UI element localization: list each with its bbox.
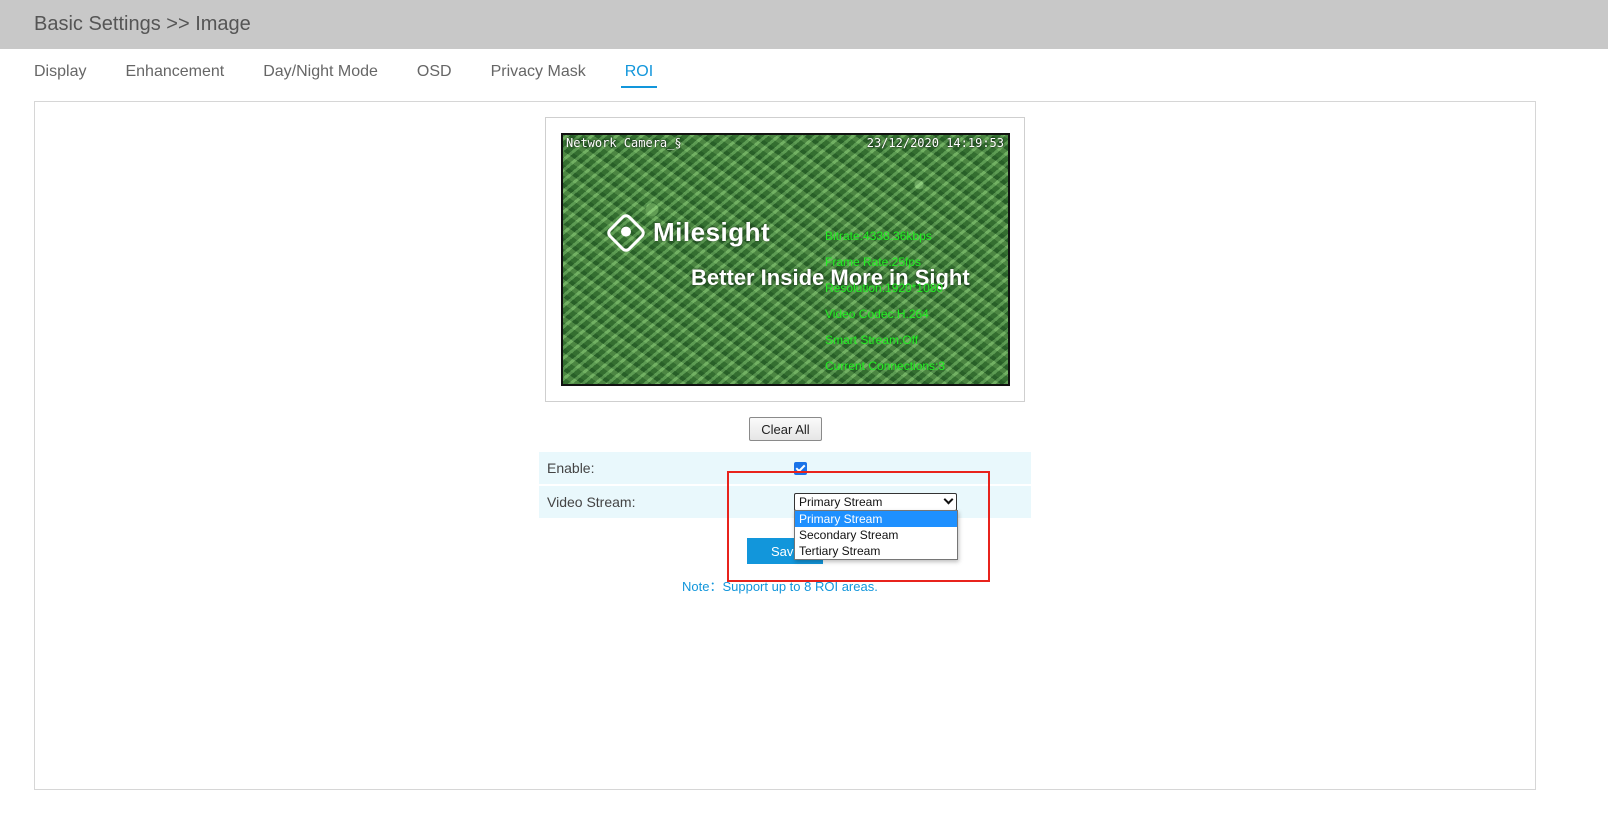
option-secondary-stream[interactable]: Secondary Stream — [795, 527, 957, 543]
stat-frame-rate: Frame Rate:25fps — [825, 255, 922, 269]
osd-camera-name: Network Camera_§ — [566, 136, 682, 150]
stat-connections: Current Connections:3 — [825, 359, 946, 373]
osd-timestamp: 23/12/2020 14:19:53 — [866, 136, 1004, 150]
option-tertiary-stream[interactable]: Tertiary Stream — [795, 543, 957, 559]
tab-osd[interactable]: OSD — [417, 62, 452, 88]
enable-row: Enable: — [539, 452, 1031, 484]
enable-checkbox[interactable] — [794, 461, 807, 475]
stream-stats: Bitrate:4338.36kbps Frame Rate:25fps Res… — [825, 223, 945, 379]
option-primary-stream[interactable]: Primary Stream — [795, 511, 957, 527]
stat-smart-stream: Smart Stream:Off — [825, 333, 919, 347]
video-stream-select[interactable]: Primary Stream — [794, 493, 957, 511]
video-stream-selected-value: Primary Stream — [799, 495, 883, 509]
tab-day-night-mode[interactable]: Day/Night Mode — [263, 62, 378, 88]
milesight-logo-icon — [604, 211, 648, 254]
tab-bar: Display Enhancement Day/Night Mode OSD P… — [34, 62, 696, 90]
tab-privacy-mask[interactable]: Privacy Mask — [491, 62, 586, 88]
stat-video-codec: Video Codec:H.264 — [825, 307, 929, 321]
roi-note: Note：Support up to 8 ROI areas. — [682, 579, 878, 594]
tab-display[interactable]: Display — [34, 62, 86, 88]
breadcrumb: Basic Settings >> Image — [34, 13, 251, 35]
video-stream-label: Video Stream: — [547, 494, 636, 510]
camera-preview[interactable]: Network Camera_§ 23/12/2020 14:19:53 Mil… — [561, 133, 1010, 386]
tab-enhancement[interactable]: Enhancement — [125, 62, 224, 88]
enable-label: Enable: — [547, 460, 595, 476]
preview-frame: Network Camera_§ 23/12/2020 14:19:53 Mil… — [545, 117, 1025, 402]
chevron-down-icon — [943, 494, 954, 505]
clear-all-button[interactable]: Clear All — [749, 417, 822, 441]
stat-bitrate: Bitrate:4338.36kbps — [825, 229, 932, 243]
tab-roi[interactable]: ROI — [620, 62, 658, 88]
top-bar: Basic Settings >> Image — [0, 0, 1608, 49]
video-stream-dropdown: Primary Stream Secondary Stream Tertiary… — [794, 510, 958, 560]
milesight-logo: Milesight — [604, 211, 771, 254]
logo-text: Milesight — [653, 217, 771, 247]
stat-resolution: Resolution:1920*1080 — [825, 281, 944, 295]
